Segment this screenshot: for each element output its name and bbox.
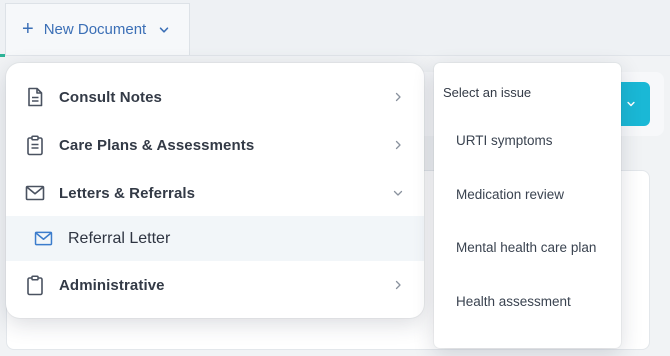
plus-icon: +	[22, 17, 34, 40]
chevron-right-icon	[392, 91, 404, 103]
clipboard-icon	[24, 274, 46, 296]
menu-item-care-plans[interactable]: Care Plans & Assessments	[6, 121, 424, 169]
new-document-label: New Document	[43, 21, 147, 38]
menu-item-label: Consult Notes	[59, 88, 162, 106]
chevron-down-icon	[627, 101, 635, 107]
menu-item-label: Administrative	[59, 276, 165, 294]
issue-option-mental-health[interactable]: Mental health care plan	[434, 227, 621, 267]
menu-item-label: Letters & Referrals	[59, 184, 196, 202]
issue-menu-header: Select an issue	[443, 85, 532, 100]
chevron-right-icon	[392, 139, 404, 151]
menu-item-consult-notes[interactable]: Consult Notes	[6, 73, 424, 121]
submenu-item-label: Referral Letter	[68, 229, 171, 247]
chevron-right-icon	[392, 279, 404, 291]
chevron-down-icon	[392, 187, 404, 199]
document-icon	[24, 86, 46, 108]
envelope-icon	[33, 229, 53, 249]
top-toolbar: + New Document	[0, 0, 670, 57]
envelope-icon	[24, 182, 46, 204]
issue-option-health-assessment[interactable]: Health assessment	[434, 281, 621, 321]
menu-item-letters-referrals[interactable]: Letters & Referrals	[6, 169, 424, 217]
clipboard-list-icon	[24, 134, 46, 156]
submenu-item-referral-letter[interactable]: Referral Letter	[6, 216, 424, 261]
new-document-menu: Consult Notes Care Plans & Assessments L…	[6, 63, 424, 318]
menu-item-label: Care Plans & Assessments	[59, 136, 255, 154]
active-accent-bar	[0, 54, 5, 57]
chevron-down-icon	[158, 24, 170, 36]
new-document-button[interactable]: + New Document	[5, 3, 190, 55]
issue-option-urti[interactable]: URTI symptoms	[434, 120, 621, 160]
issue-select-menu: Select an issue URTI symptoms Medication…	[434, 63, 621, 348]
menu-item-administrative[interactable]: Administrative	[6, 261, 424, 309]
issue-option-medication-review[interactable]: Medication review	[434, 174, 621, 214]
